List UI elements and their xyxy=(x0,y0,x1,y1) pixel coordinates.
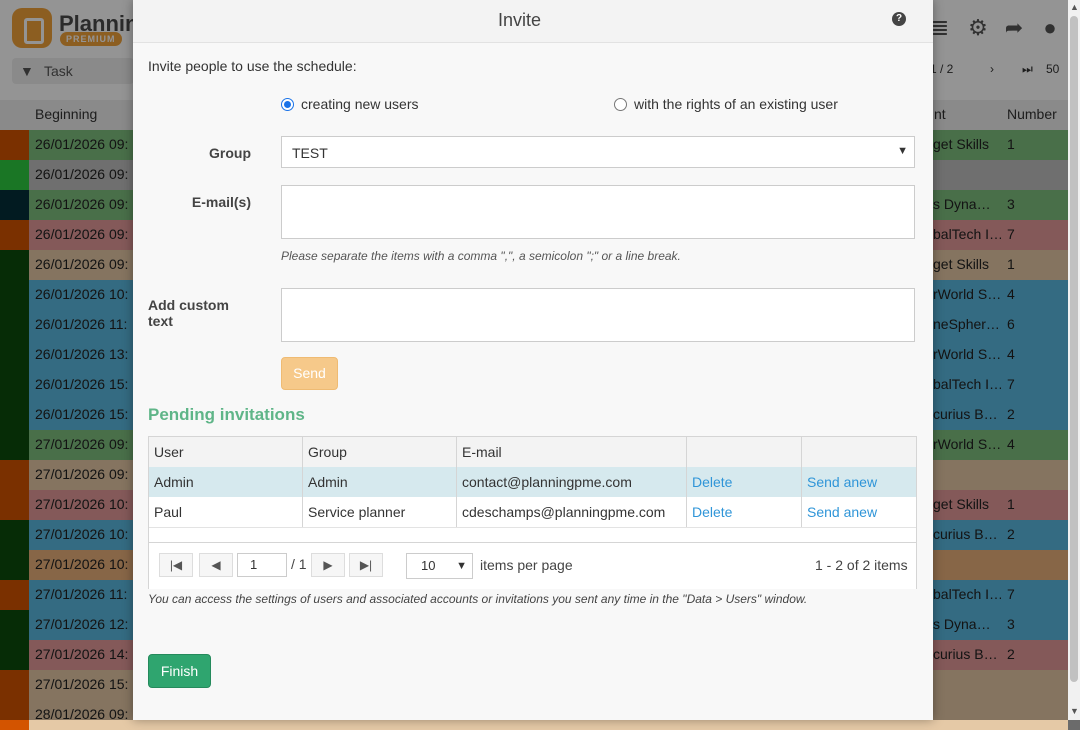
group-select-value: TEST xyxy=(292,145,328,161)
header-resend xyxy=(802,437,916,467)
emails-label: E-mail(s) xyxy=(191,194,251,210)
emails-hint: Please separate the items with a comma "… xyxy=(281,249,681,263)
scroll-up-icon[interactable]: ▲ xyxy=(1070,2,1079,12)
send-anew-link[interactable]: Send anew xyxy=(802,497,916,527)
group-label: Group xyxy=(209,145,251,161)
scrollbar-thumb[interactable] xyxy=(1070,16,1078,682)
scroll-down-icon[interactable]: ▼ xyxy=(1070,706,1079,716)
users-footnote: You can access the settings of users and… xyxy=(148,592,808,606)
dialog-title: Invite xyxy=(497,10,542,30)
items-summary: 1 - 2 of 2 items xyxy=(815,557,908,573)
delete-link[interactable]: Delete xyxy=(687,497,802,527)
cell-email: cdeschamps@planningpme.com xyxy=(457,497,687,527)
last-page-icon[interactable]: ▶| xyxy=(349,553,383,577)
pending-invitations-title: Pending invitations xyxy=(148,405,305,424)
custom-text-label: Add custom text xyxy=(148,297,229,329)
header-group[interactable]: Group xyxy=(303,437,457,467)
page-total: / 1 xyxy=(291,556,307,572)
group-select[interactable]: TEST ▼ xyxy=(281,136,915,168)
items-per-page-label: items per page xyxy=(480,557,573,573)
first-page-icon[interactable]: |◀ xyxy=(159,553,193,577)
custom-text-textarea[interactable] xyxy=(281,288,915,342)
cell-user: Paul xyxy=(149,497,303,527)
dialog-header: Invite ? xyxy=(133,0,933,43)
cell-group: Service planner xyxy=(303,497,457,527)
radio-existing-user-label[interactable]: with the rights of an existing user xyxy=(634,96,838,112)
page-number-input[interactable]: 1 xyxy=(237,553,287,577)
cell-user: Admin xyxy=(149,467,303,497)
page-size-select[interactable]: 10 ▼ xyxy=(406,553,473,579)
delete-link[interactable]: Delete xyxy=(687,467,802,497)
finish-button[interactable]: Finish xyxy=(148,654,211,688)
chevron-down-icon: ▼ xyxy=(897,145,908,157)
header-delete xyxy=(687,437,802,467)
header-user[interactable]: User xyxy=(149,437,303,467)
radio-new-users[interactable] xyxy=(281,98,294,111)
page-size-value: 10 xyxy=(421,558,436,573)
pending-invitations-table: User Group E-mail Admin Admin contact@pl… xyxy=(148,436,917,589)
radio-existing-user[interactable] xyxy=(614,98,627,111)
send-anew-link[interactable]: Send anew xyxy=(802,467,916,497)
header-email[interactable]: E-mail xyxy=(457,437,687,467)
cell-group: Admin xyxy=(303,467,457,497)
table-row[interactable]: Admin Admin contact@planningpme.com Dele… xyxy=(149,467,916,498)
table-row[interactable]: Paul Service planner cdeschamps@planning… xyxy=(149,497,916,528)
next-page-icon[interactable]: ▶ xyxy=(311,553,345,577)
cell-email: contact@planningpme.com xyxy=(457,467,687,497)
help-icon[interactable]: ? xyxy=(892,12,906,26)
emails-textarea[interactable] xyxy=(281,185,915,239)
table-header: User Group E-mail xyxy=(149,437,916,468)
table-pager: |◀ ◀ 1 / 1 ▶ ▶| 10 ▼ items per page 1 - … xyxy=(149,542,916,589)
send-button[interactable]: Send xyxy=(281,357,338,390)
radio-new-users-label[interactable]: creating new users xyxy=(301,96,419,112)
invite-intro: Invite people to use the schedule: xyxy=(148,58,357,74)
invite-dialog: Invite ? Invite people to use the schedu… xyxy=(133,0,933,720)
page-scrollbar[interactable]: ▲ ▼ xyxy=(1068,0,1080,720)
prev-page-icon[interactable]: ◀ xyxy=(199,553,233,577)
chevron-down-icon: ▼ xyxy=(456,560,467,572)
